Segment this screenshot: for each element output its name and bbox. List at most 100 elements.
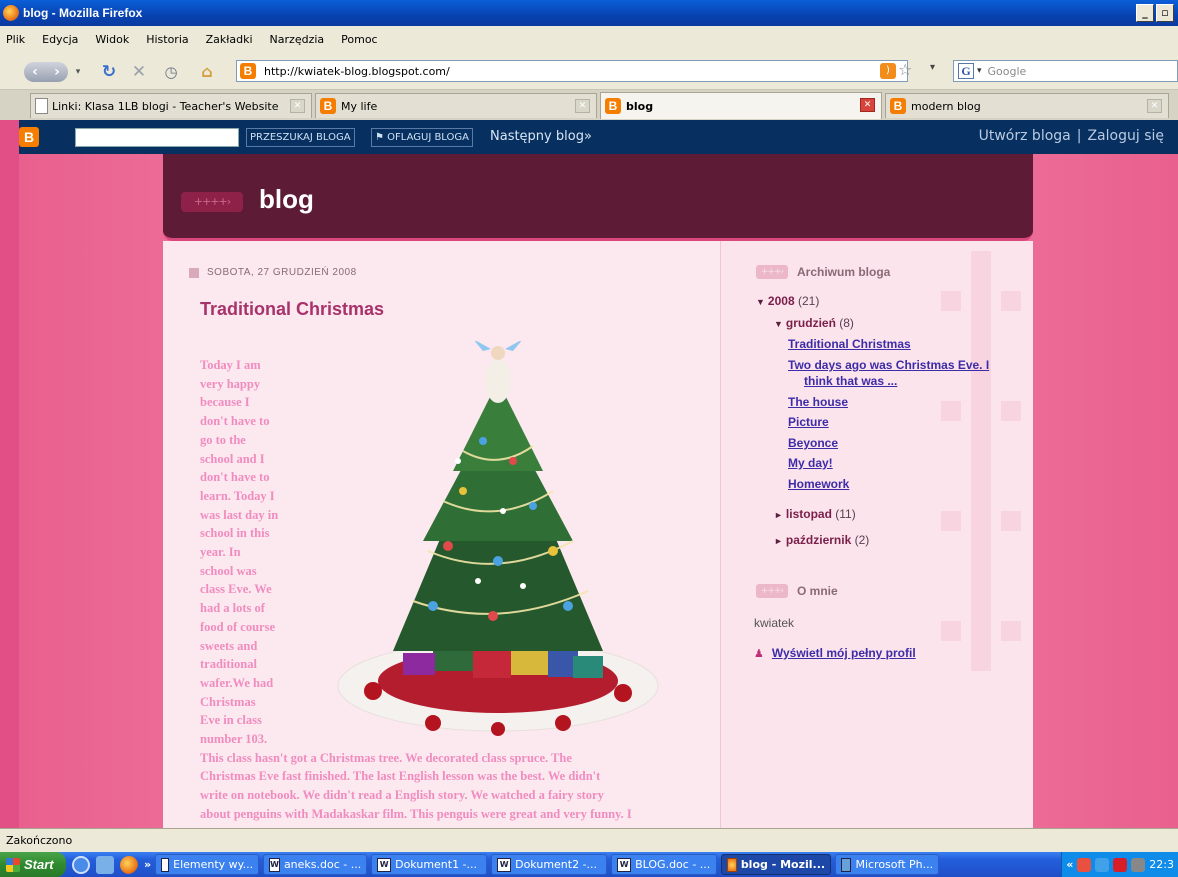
archive-post-link[interactable]: Traditional Christmas (788, 336, 911, 352)
tray-network-icon[interactable] (1095, 857, 1110, 872)
post-line: traditional (200, 657, 257, 672)
blogger-logo-icon[interactable]: B (19, 127, 39, 147)
taskbar-button-label: Microsoft Ph... (855, 858, 934, 871)
desktop-quicklaunch-icon[interactable] (96, 855, 114, 874)
menu-narzedzia[interactable]: Narzędzia (270, 33, 325, 46)
date-bullet-icon (189, 267, 199, 278)
menu-zakladki[interactable]: Zakładki (206, 33, 253, 46)
archive-post-link[interactable]: Two days ago was Christmas Eve. I think t… (788, 357, 989, 389)
month-label[interactable]: listopad (786, 507, 832, 521)
quicklaunch-overflow-icon[interactable]: » (144, 858, 151, 871)
start-button[interactable]: Start (0, 852, 66, 877)
search-blog-button[interactable]: PRZESZUKAJ BLOGA (246, 128, 355, 147)
menu-edycja[interactable]: Edycja (42, 33, 78, 46)
archive-post-link[interactable]: Beyonce (788, 435, 838, 451)
collapsed-triangle-icon[interactable]: ► (774, 536, 783, 546)
status-text: Zakończono (6, 834, 73, 847)
post-line: Christmas (200, 694, 256, 709)
archive-post-link[interactable]: My day! (788, 455, 833, 471)
url-history-dropdown-icon[interactable]: ▾ (930, 62, 935, 73)
post-line: This class hasn't got a Christmas tree. … (200, 750, 572, 765)
tray-app-icon[interactable] (1077, 857, 1092, 872)
login-link[interactable]: Zaloguj się (1087, 128, 1164, 144)
tab-label: My life (341, 99, 378, 113)
archive-month-pazdziernik[interactable]: ► październik (2) (774, 533, 869, 547)
create-blog-link[interactable]: Utwórz bloga (979, 128, 1071, 144)
close-tab-icon[interactable]: ✕ (290, 99, 305, 113)
archive-post-line[interactable]: think that was ... (788, 374, 897, 388)
menu-widok[interactable]: Widok (95, 33, 129, 46)
post-line: very happy (200, 376, 261, 391)
maximize-button[interactable]: ▫ (1156, 4, 1174, 22)
tab-teacher-website[interactable]: Linki: Klasa 1LB blogi - Teacher's Websi… (30, 93, 312, 118)
taskbar-button[interactable]: W Dokument2 -... (491, 854, 608, 875)
post-line: Today I am (200, 358, 261, 372)
tray-settings-icon[interactable] (1131, 857, 1146, 872)
flag-blog-button[interactable]: ⚑ OFLAGUJ BLOGA (371, 128, 473, 147)
taskbar-button[interactable]: W BLOG.doc - ... (611, 854, 718, 875)
taskbar-button[interactable]: W Dokument1 -... (371, 854, 488, 875)
blog-page[interactable]: ++++› blog SOBOTA, 27 GRUDZIEŃ 2008 Trad… (19, 154, 1178, 828)
close-tab-icon[interactable]: ✕ (1147, 99, 1162, 113)
tab-modern-blog[interactable]: B modern blog ✕ (885, 93, 1169, 118)
forward-button[interactable]: › (46, 62, 68, 82)
search-box[interactable]: G ▾ Google (953, 60, 1178, 82)
blogger-navbar: B PRZESZUKAJ BLOGA ⚑ OFLAGUJ BLOGA Nastę… (19, 120, 1178, 154)
archive-month-grudzien[interactable]: ▼ grudzień (8) (774, 316, 854, 330)
address-url[interactable]: http://kwiatek-blog.blogspot.com/ (264, 65, 450, 78)
month-label[interactable]: październik (786, 533, 851, 547)
profile-link[interactable]: ♟ Wyświetl mój pełny profil (754, 646, 916, 660)
search-input[interactable]: Google (988, 65, 1027, 78)
minimize-button[interactable]: _ (1136, 4, 1154, 22)
menu-historia[interactable]: Historia (146, 33, 188, 46)
tray-antivirus-icon[interactable] (1113, 857, 1128, 872)
close-tab-icon[interactable]: ✕ (575, 99, 590, 113)
address-bar[interactable]: B http://kwiatek-blog.blogspot.com/ (236, 60, 908, 82)
tab-my-life[interactable]: B My life ✕ (315, 93, 597, 118)
post-line: wafer.We had (200, 675, 274, 690)
google-engine-icon[interactable]: G (958, 63, 974, 79)
menu-plik[interactable]: Plik (6, 33, 25, 46)
engine-dropdown-icon[interactable]: ▾ (977, 66, 982, 76)
archive-post-link[interactable]: The house (788, 394, 848, 410)
expanded-triangle-icon[interactable]: ▼ (756, 297, 765, 307)
rss-feed-icon[interactable]: ) (880, 63, 896, 79)
archive-month-listopad[interactable]: ► listopad (11) (774, 507, 856, 521)
archive-year-2008[interactable]: ▼ 2008 (21) (756, 294, 819, 308)
home-icon[interactable]: ⌂ (196, 62, 218, 82)
year-label[interactable]: 2008 (768, 294, 795, 308)
navbar-account-links: Utwórz bloga | Zaloguj się (979, 128, 1164, 144)
bookmark-star-icon[interactable]: ☆ (898, 60, 912, 79)
reload-icon[interactable]: ↻ (98, 62, 120, 82)
taskbar: Start » Elementy wy... Waneks.doc - ... … (0, 852, 1178, 877)
menu-pomoc[interactable]: Pomoc (341, 33, 377, 46)
post-line: year. In (200, 545, 241, 560)
taskbar-button[interactable]: Elementy wy... (155, 854, 260, 875)
taskbar-button[interactable]: Waneks.doc - ... (263, 854, 368, 875)
tray-expand-icon[interactable]: « (1066, 858, 1073, 871)
expanded-triangle-icon[interactable]: ▼ (774, 319, 783, 329)
ie-quicklaunch-icon[interactable] (72, 855, 90, 874)
start-label: Start (24, 857, 54, 872)
taskbar-button-label: Dokument1 -... (395, 858, 478, 871)
next-blog-link[interactable]: Następny blog» (490, 129, 592, 144)
post-title[interactable]: Traditional Christmas (200, 299, 384, 320)
month-label[interactable]: grudzień (786, 316, 836, 330)
collapsed-triangle-icon[interactable]: ► (774, 510, 783, 520)
archive-post-link[interactable]: Picture (788, 414, 829, 430)
taskbar-button-active[interactable]: blog - Mozil... (721, 854, 832, 875)
profile-link-text[interactable]: Wyświetl mój pełny profil (772, 646, 916, 660)
taskbar-button-label: blog - Mozil... (740, 858, 826, 871)
archive-post-link[interactable]: Homework (788, 476, 849, 492)
blog-search-input[interactable] (75, 128, 239, 147)
close-tab-icon[interactable]: ✕ (860, 98, 875, 112)
history-dropdown-icon[interactable]: ▾ (72, 62, 84, 82)
blog-title[interactable]: blog (259, 184, 314, 215)
back-button[interactable]: ‹ (24, 62, 46, 82)
history-clock-icon[interactable]: ◷ (160, 62, 182, 82)
archive-post-line[interactable]: Two days ago was Christmas Eve. I (788, 358, 989, 372)
firefox-quicklaunch-icon[interactable] (120, 855, 138, 874)
stop-icon[interactable]: ✕ (128, 62, 150, 82)
tab-blog[interactable]: B blog ✕ (600, 92, 882, 119)
taskbar-button[interactable]: Microsoft Ph... (835, 854, 940, 875)
